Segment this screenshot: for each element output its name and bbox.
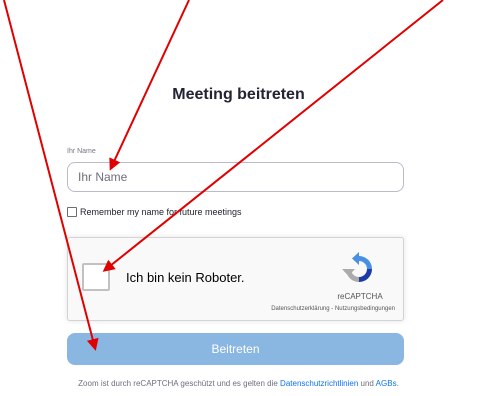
join-button[interactable]: Beitreten: [67, 333, 404, 365]
recaptcha-widget: Ich bin kein Roboter. reCAPTCHA Datensch…: [67, 237, 404, 321]
name-label: Ihr Name: [67, 148, 96, 155]
recaptcha-terms-link[interactable]: Nutzungsbedingungen: [335, 306, 395, 312]
recaptcha-brand: reCAPTCHA: [337, 292, 383, 301]
red-arrow-icon: [102, 0, 444, 272]
footer-privacy-link[interactable]: Datenschutzrichtlinien: [280, 379, 358, 388]
recaptcha-checkbox-text: Ich bin kein Roboter.: [126, 270, 245, 285]
remember-label: Remember my name for future meetings: [80, 207, 242, 217]
recaptcha-logo-icon: [342, 252, 372, 282]
recaptcha-links: Datenschutzerklärung - Nutzungsbedingung…: [271, 306, 395, 312]
footer-terms-link[interactable]: AGBs: [376, 379, 397, 388]
page-title: Meeting beitreten: [172, 86, 305, 103]
footer-notice: Zoom ist durch reCAPTCHA geschützt und e…: [0, 379, 477, 388]
footer-text-middle: und: [358, 379, 376, 388]
footer-text-after: .: [396, 379, 399, 388]
recaptcha-privacy-link[interactable]: Datenschutzerklärung: [271, 306, 329, 312]
red-arrow-icon: [109, 0, 190, 171]
recaptcha-checkbox[interactable]: [82, 263, 110, 291]
footer-text-before: Zoom ist durch reCAPTCHA geschützt und e…: [78, 379, 281, 388]
remember-option[interactable]: Remember my name for future meetings: [67, 207, 242, 217]
name-input[interactable]: [67, 162, 404, 192]
remember-checkbox[interactable]: [67, 207, 77, 217]
